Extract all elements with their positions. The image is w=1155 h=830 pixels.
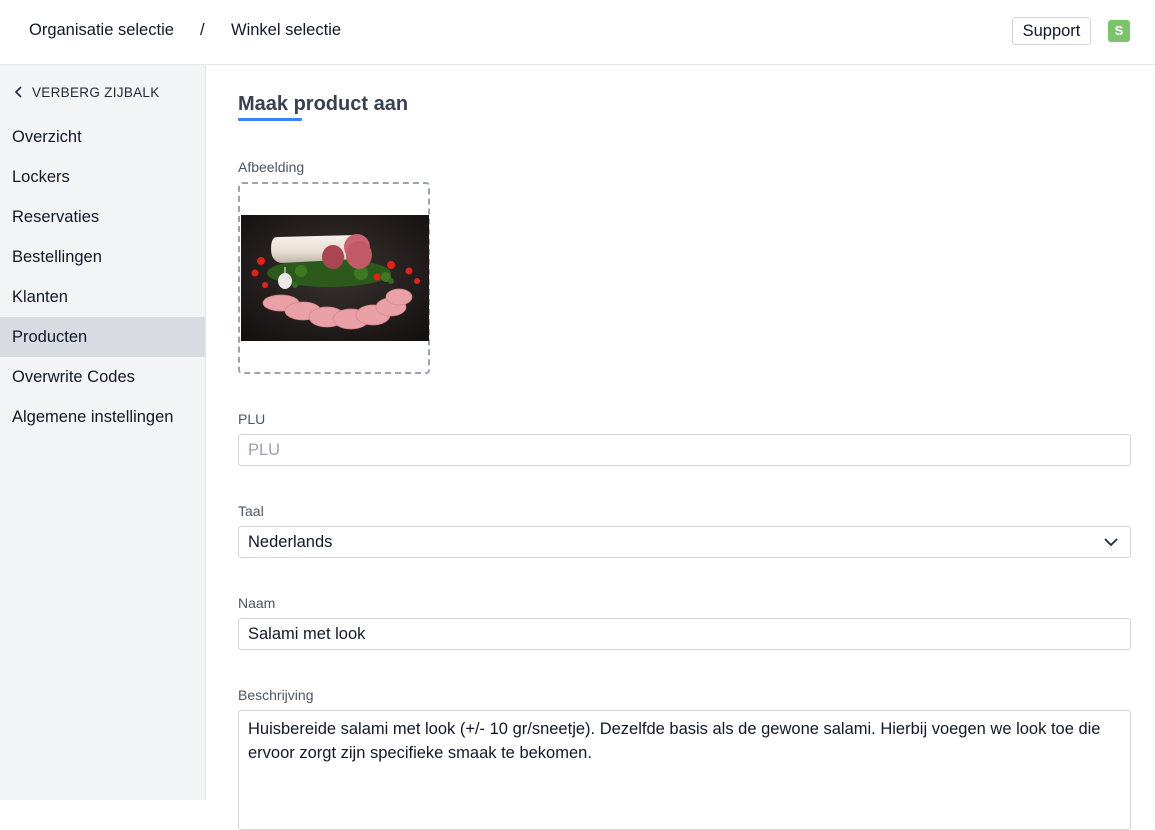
hide-sidebar-button[interactable]: VERBERG ZIJBALK [14,83,160,101]
sidebar-item-klanten[interactable]: Klanten [0,277,205,317]
language-selected-value: Nederlands [248,533,333,551]
language-label: Taal [238,503,264,519]
image-label: Afbeelding [238,159,305,175]
plu-input[interactable] [238,434,1131,466]
sidebar-item-reservaties[interactable]: Reservaties [0,197,205,237]
name-label: Naam [238,595,276,611]
plu-label: PLU [238,411,266,427]
language-select[interactable]: Nederlands [238,526,1131,558]
top-bar: Organisatie selectie / Winkel selectie S… [0,0,1155,65]
hide-sidebar-label: VERBERG ZIJBALK [32,84,160,100]
name-input[interactable] [238,618,1131,650]
description-textarea[interactable]: Huisbereide salami met look (+/- 10 gr/s… [238,710,1131,830]
sidebar-item-producten[interactable]: Producten [0,317,205,357]
breadcrumb-organisation[interactable]: Organisatie selectie [29,21,174,40]
description-label: Beschrijving [238,687,314,703]
image-dropzone[interactable] [238,182,430,374]
product-image [241,215,429,341]
sidebar-item-lockers[interactable]: Lockers [0,157,205,197]
breadcrumb-shop[interactable]: Winkel selectie [231,21,341,40]
sidebar-item-bestellingen[interactable]: Bestellingen [0,237,205,277]
support-button[interactable]: Support [1012,17,1091,45]
sidebar-item-overwrite-codes[interactable]: Overwrite Codes [0,357,205,397]
avatar[interactable]: S [1108,20,1130,42]
page-title: Maak product aan [238,93,409,115]
sidebar: VERBERG ZIJBALK Overzicht Lockers Reserv… [0,65,206,800]
sidebar-item-algemene-instellingen[interactable]: Algemene instellingen [0,397,205,437]
title-underline [238,118,302,121]
chevron-down-icon [1104,538,1118,547]
chevron-left-icon [14,86,22,98]
main-content: Maak product aan Afbeelding PLU PLU Taal… [206,65,1155,830]
sidebar-item-overzicht[interactable]: Overzicht [0,117,205,157]
breadcrumb-separator: / [200,21,205,39]
